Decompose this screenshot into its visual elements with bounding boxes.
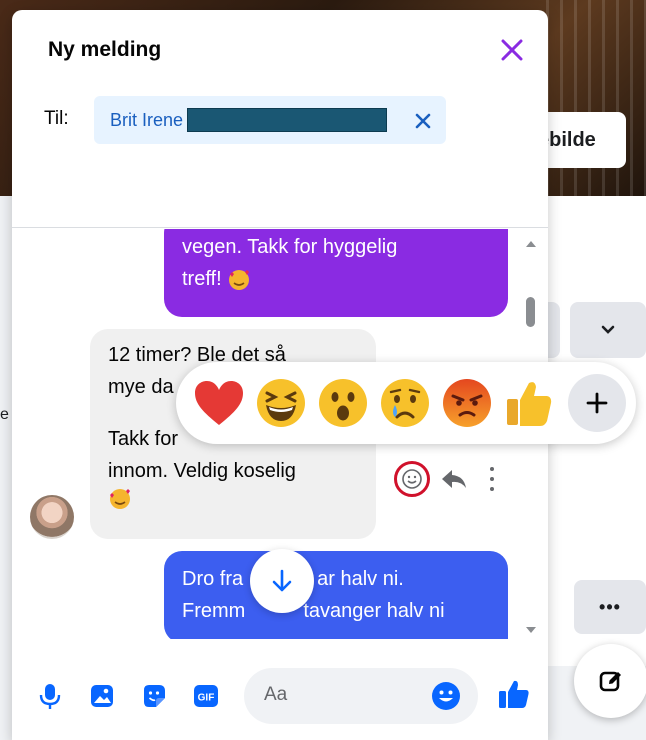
message-line: vegen. Takk for hyggelig bbox=[182, 236, 398, 258]
message-input-placeholder: Aa bbox=[264, 684, 288, 705]
crying-face-icon bbox=[381, 379, 429, 427]
message-bubble-sent[interactable]: Dro fra ar halv ni. Fremm tavanger halv ni bbox=[164, 551, 508, 639]
angry-face-icon bbox=[443, 379, 491, 427]
chevron-down-icon bbox=[601, 325, 615, 334]
send-like-button[interactable] bbox=[496, 676, 532, 712]
svg-text:GIF: GIF bbox=[198, 693, 215, 704]
reaction-heart[interactable] bbox=[190, 374, 248, 432]
reaction-angry[interactable] bbox=[438, 374, 496, 432]
new-message-button[interactable] bbox=[574, 644, 646, 718]
surprised-face-icon bbox=[319, 379, 367, 427]
sticker-button[interactable] bbox=[138, 680, 170, 712]
message-composer: GIF Aa bbox=[12, 646, 548, 740]
recipient-name: Brit Irene bbox=[110, 109, 184, 130]
remove-recipient-icon[interactable] bbox=[412, 110, 434, 132]
reaction-picker bbox=[176, 362, 636, 444]
message-line: ar halv ni. bbox=[317, 568, 404, 590]
plus-icon bbox=[586, 392, 608, 414]
react-button[interactable] bbox=[394, 461, 430, 497]
profile-dropdown-button[interactable] bbox=[570, 302, 646, 358]
reaction-like[interactable] bbox=[500, 374, 558, 432]
message-more-options-icon[interactable] bbox=[490, 467, 496, 491]
gif-icon: GIF bbox=[194, 685, 218, 707]
smiley-outline-icon bbox=[402, 469, 422, 489]
attach-photo-button[interactable] bbox=[86, 680, 118, 712]
chat-title: Ny melding bbox=[48, 38, 162, 61]
reply-icon[interactable] bbox=[440, 467, 468, 491]
arrow-down-icon bbox=[272, 569, 292, 592]
microphone-icon bbox=[39, 684, 61, 709]
scroll-down-arrow[interactable] bbox=[526, 627, 536, 633]
message-line: Fremm bbox=[182, 600, 246, 622]
page-text-fragment: e bbox=[0, 406, 9, 423]
voice-clip-button[interactable] bbox=[34, 680, 66, 712]
close-icon bbox=[501, 39, 523, 61]
close-chat-button[interactable] bbox=[496, 34, 528, 66]
heart-icon bbox=[195, 381, 243, 425]
laughing-face-icon bbox=[257, 379, 305, 427]
sticker-icon bbox=[144, 685, 165, 707]
message-line: treff! bbox=[182, 268, 222, 290]
message-line: innom. Veldig koselig bbox=[108, 460, 296, 482]
to-label: Til: bbox=[44, 108, 69, 129]
thumbs-up-icon bbox=[499, 680, 529, 708]
avatar[interactable] bbox=[30, 495, 74, 539]
reaction-wow[interactable] bbox=[314, 374, 372, 432]
chat-header: Ny melding Til: Brit Irene bbox=[12, 10, 548, 228]
message-input[interactable]: Aa bbox=[244, 668, 478, 724]
reaction-laugh[interactable] bbox=[252, 374, 310, 432]
emoji-picker-icon[interactable] bbox=[430, 680, 462, 712]
recipient-chip[interactable]: Brit Irene bbox=[94, 96, 446, 144]
message-bubble-sent[interactable]: vegen. Takk for hyggelig treff! bbox=[164, 229, 508, 317]
compose-icon bbox=[599, 671, 621, 692]
smiling-face-with-hearts-icon bbox=[229, 269, 250, 290]
scroll-to-bottom-button[interactable] bbox=[250, 549, 314, 613]
image-icon bbox=[91, 685, 113, 707]
gif-button[interactable]: GIF bbox=[190, 680, 222, 712]
scrollbar-thumb[interactable] bbox=[526, 297, 535, 327]
message-line: Dro fra bbox=[182, 568, 244, 590]
redacted-surname bbox=[187, 108, 388, 132]
thumbs-up-emoji-icon bbox=[507, 382, 552, 426]
more-reactions-button[interactable] bbox=[568, 374, 626, 432]
more-options-button[interactable]: ••• bbox=[574, 580, 646, 634]
reaction-sad[interactable] bbox=[376, 374, 434, 432]
scroll-up-arrow[interactable] bbox=[526, 241, 536, 247]
message-line: tavanger halv ni bbox=[303, 600, 445, 622]
smiling-face-with-hearts-icon bbox=[110, 489, 130, 509]
